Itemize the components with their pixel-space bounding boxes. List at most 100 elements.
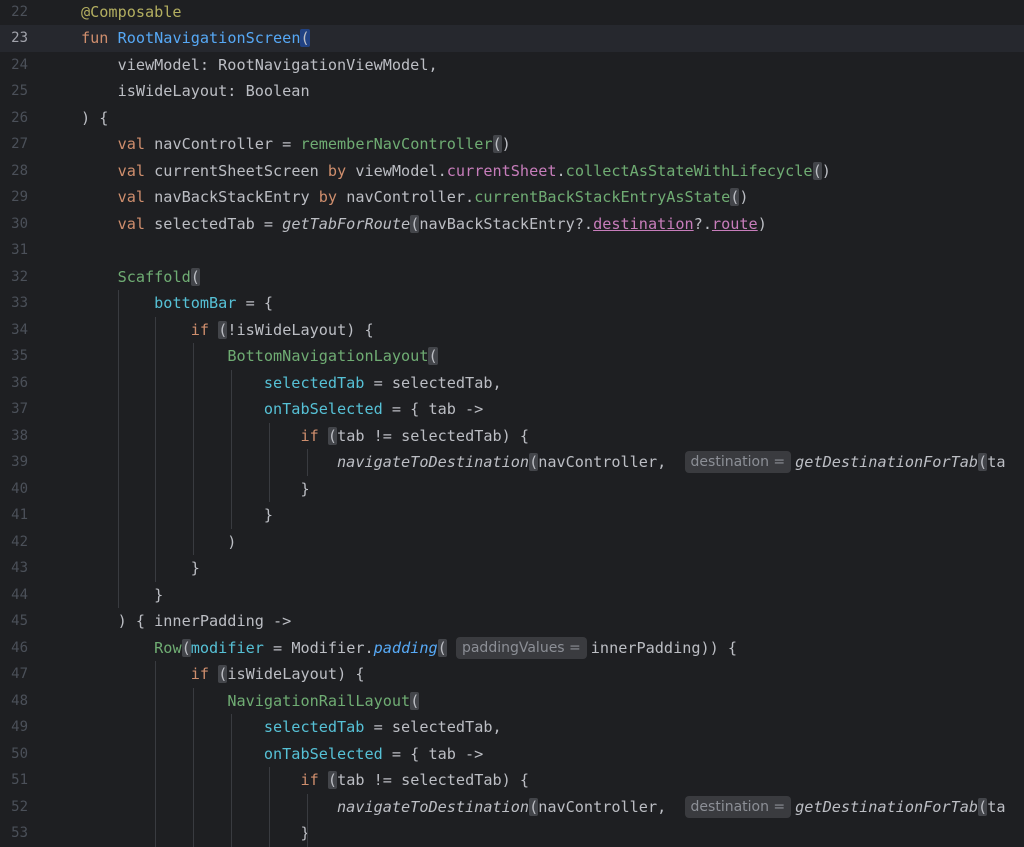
code-line[interactable]: 40 } xyxy=(0,476,1024,503)
indent-guide xyxy=(118,290,119,608)
code-line[interactable]: 39 navigateToDestination(navController, … xyxy=(0,449,1024,476)
code-text[interactable]: onTabSelected = { tab -> xyxy=(81,396,483,423)
code-text[interactable]: isWideLayout: Boolean xyxy=(81,78,310,105)
line-number: 42 xyxy=(11,533,28,550)
code-line[interactable]: 44 } xyxy=(0,582,1024,609)
code-line[interactable]: 37 onTabSelected = { tab -> xyxy=(0,396,1024,423)
code-text[interactable]: selectedTab = selectedTab, xyxy=(81,370,502,397)
code-line[interactable]: 32 Scaffold( xyxy=(0,264,1024,291)
indent-guide xyxy=(155,316,156,582)
line-number: 51 xyxy=(11,772,28,788)
code-line[interactable]: 29 val navBackStackEntry by navControlle… xyxy=(0,184,1024,211)
code-text[interactable]: fun RootNavigationScreen( xyxy=(81,25,310,52)
code-line[interactable]: 28 val currentSheetScreen by viewModel.c… xyxy=(0,158,1024,185)
line-number: 27 xyxy=(11,136,28,152)
indent-guide xyxy=(193,343,194,555)
code-line[interactable]: 33 bottomBar = { xyxy=(0,290,1024,317)
code-text[interactable]: if (tab != selectedTab) { xyxy=(81,423,529,450)
parameter-hint: paddingValues = xyxy=(455,636,587,659)
code-line[interactable]: 50 onTabSelected = { tab -> xyxy=(0,741,1024,768)
line-number: 37 xyxy=(11,401,28,417)
code-line[interactable]: 36 selectedTab = selectedTab, xyxy=(0,370,1024,397)
code-text[interactable]: NavigationRailLayout( xyxy=(81,688,420,715)
code-line[interactable]: 24 viewModel: RootNavigationViewModel, xyxy=(0,52,1024,79)
line-number: 29 xyxy=(11,189,28,205)
code-line[interactable]: 43 } xyxy=(0,555,1024,582)
code-text[interactable]: BottomNavigationLayout( xyxy=(81,343,438,370)
code-line[interactable]: 27 val navController = rememberNavContro… xyxy=(0,131,1024,158)
code-line[interactable]: 52 navigateToDestination(navController, … xyxy=(0,794,1024,821)
code-line[interactable]: 30 val selectedTab = getTabForRoute(navB… xyxy=(0,211,1024,238)
line-number: 33 xyxy=(11,295,28,311)
line-number: 48 xyxy=(11,692,28,709)
line-number: 49 xyxy=(11,719,28,735)
code-line[interactable]: 48 NavigationRailLayout( xyxy=(0,688,1024,715)
code-text[interactable]: onTabSelected = { tab -> xyxy=(81,741,483,768)
indent-guide xyxy=(307,449,308,476)
line-number: 40 xyxy=(11,480,28,497)
line-number: 45 xyxy=(11,613,28,629)
line-number: 50 xyxy=(11,745,28,762)
code-text[interactable]: if (tab != selectedTab) { xyxy=(81,767,529,794)
code-line[interactable]: 41 } xyxy=(0,502,1024,529)
parameter-hint: destination = xyxy=(684,451,792,473)
line-number: 25 xyxy=(11,83,28,99)
code-text[interactable]: viewModel: RootNavigationViewModel, xyxy=(81,52,438,79)
code-text[interactable]: ) { xyxy=(81,105,108,132)
indent-guide xyxy=(307,793,308,847)
code-line[interactable]: 34 if (!isWideLayout) { xyxy=(0,317,1024,344)
code-line[interactable]: 53 } xyxy=(0,820,1024,847)
code-text[interactable]: navigateToDestination(navController, des… xyxy=(81,449,1005,476)
indent-guide xyxy=(269,767,270,847)
code-text[interactable]: bottomBar = { xyxy=(81,290,273,317)
line-number: 34 xyxy=(11,321,28,338)
line-number: 46 xyxy=(11,639,28,656)
code-line[interactable]: 35 BottomNavigationLayout( xyxy=(0,343,1024,370)
code-text[interactable]: } xyxy=(81,820,309,847)
code-line[interactable]: 23 fun RootNavigationScreen( xyxy=(0,25,1024,52)
code-text[interactable]: selectedTab = selectedTab, xyxy=(81,714,502,741)
code-text[interactable]: ) { innerPadding -> xyxy=(81,608,292,635)
code-text[interactable]: if (!isWideLayout) { xyxy=(81,317,374,344)
line-number: 38 xyxy=(11,427,28,444)
code-line[interactable]: 22 @Composable xyxy=(0,0,1024,25)
line-number: 32 xyxy=(11,268,28,285)
line-number: 24 xyxy=(11,56,28,73)
code-line[interactable]: 38 if (tab != selectedTab) { xyxy=(0,423,1024,450)
indent-guide xyxy=(193,687,194,847)
code-text[interactable]: navigateToDestination(navController, des… xyxy=(81,794,1005,821)
code-text[interactable]: val navBackStackEntry by navController.c… xyxy=(81,184,749,211)
code-text[interactable]: @Composable xyxy=(81,0,182,25)
code-line[interactable]: 31 xyxy=(0,237,1024,264)
line-number: 36 xyxy=(11,374,28,391)
code-line[interactable]: 51 if (tab != selectedTab) { xyxy=(0,767,1024,794)
code-line[interactable]: 25 isWideLayout: Boolean xyxy=(0,78,1024,105)
line-number: 30 xyxy=(11,215,28,232)
indent-guide xyxy=(155,661,156,847)
code-line[interactable]: 26 ) { xyxy=(0,105,1024,132)
code-text[interactable]: } xyxy=(81,502,273,529)
line-number: 47 xyxy=(11,666,28,682)
line-number: 43 xyxy=(11,560,28,576)
code-line[interactable]: 46 Row(modifier = Modifier.padding( padd… xyxy=(0,635,1024,662)
code-line[interactable]: 47 if (isWideLayout) { xyxy=(0,661,1024,688)
code-area[interactable]: 22 @Composable 23 fun RootNavigationScreen(… xyxy=(0,0,1024,847)
line-number: 23 xyxy=(11,30,28,46)
code-text[interactable]: Scaffold( xyxy=(81,264,200,291)
code-text[interactable]: val selectedTab = getTabForRoute(navBack… xyxy=(81,211,767,238)
code-text[interactable]: if (isWideLayout) { xyxy=(81,661,365,688)
code-line[interactable]: 45 ) { innerPadding -> xyxy=(0,608,1024,635)
code-editor[interactable]: 22 @Composable 23 fun RootNavigationScreen(… xyxy=(0,0,1024,847)
code-line[interactable]: 49 selectedTab = selectedTab, xyxy=(0,714,1024,741)
code-text[interactable]: Row(modifier = Modifier.padding( padding… xyxy=(81,635,737,662)
code-text[interactable]: val navController = rememberNavControlle… xyxy=(81,131,511,158)
line-number: 26 xyxy=(11,109,28,126)
code-text[interactable]: val currentSheetScreen by viewModel.curr… xyxy=(81,158,831,185)
code-text[interactable]: } xyxy=(81,555,200,582)
line-number: 44 xyxy=(11,586,28,603)
code-text[interactable]: } xyxy=(81,582,163,609)
code-text[interactable]: ) xyxy=(81,529,236,556)
code-line[interactable]: 42 ) xyxy=(0,529,1024,556)
code-text[interactable]: } xyxy=(81,476,309,503)
line-number: 22 xyxy=(11,3,28,20)
